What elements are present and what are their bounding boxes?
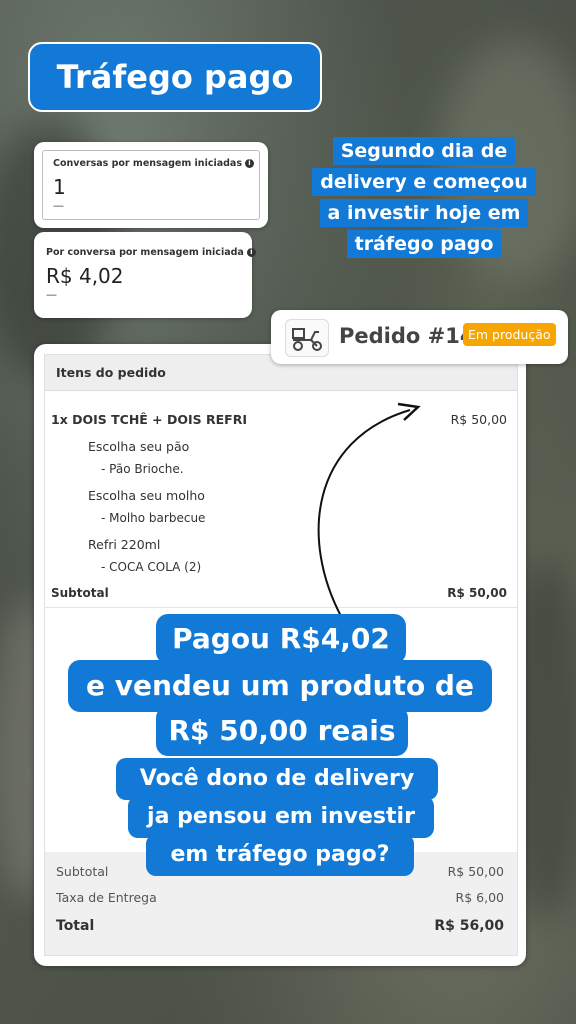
total-label: Total [56,918,95,934]
overlay-headline-line: e vendeu um produto de [68,660,492,712]
metric-card-conversations: Conversas por mensagem iniciadas i 1 — [34,142,268,228]
delivery-fee-label: Taxa de Entrega [56,890,157,905]
divider [45,607,517,608]
order-header-card: Pedido #14 Em produção [271,310,568,364]
option-choice: - Pão Brioche. [101,462,184,476]
callout-line: delivery e começou [312,168,536,196]
option-choice: - Molho barbecue [101,511,206,525]
option-group: Escolha seu pão [88,439,190,454]
item-name: 1x DOIS TCHÊ + DOIS REFRI [51,412,247,427]
callout-line: tráfego pago [346,230,502,258]
metric-card-cost-per-conversation: Por conversa por mensagem iniciada i R$ 4… [34,232,256,318]
item-price: R$ 50,00 [450,412,507,427]
callout-line: a investir hoje em [319,199,529,227]
subtotal-label: Subtotal [56,864,109,879]
callout-line: Segundo dia de [332,137,516,165]
metric-sub: — [46,288,57,301]
metric-label: Conversas por mensagem iniciadas i [53,158,254,169]
overlay-headline-line: R$ 50,00 reais [156,706,408,756]
option-group: Refri 220ml [88,537,161,552]
metric-label: Por conversa por mensagem iniciada i [46,247,256,258]
metric-box: Por conversa por mensagem iniciada i R$ 4… [42,240,256,310]
info-icon[interactable]: i [246,248,256,257]
status-badge: Em produção [463,323,556,346]
order-title: Pedido #14 [339,324,475,348]
metric-value: 1 [53,175,66,199]
total-value: R$ 56,00 [434,918,504,934]
overlay-question-line: em tráfego pago? [146,834,414,876]
metric-sub: — [53,199,64,212]
option-choice: - COCA COLA (2) [101,560,202,574]
option-group: Escolha seu molho [88,488,205,503]
overlay-headline-line: Pagou R$4,02 [156,614,406,664]
metric-value: R$ 4,02 [46,264,124,288]
delivery-fee-value: R$ 6,00 [455,890,504,905]
overlay-question-line: Você dono de delivery [116,758,438,800]
info-icon[interactable]: i [245,159,254,168]
callout-text: Segundo dia de delivery e começou a inve… [300,136,548,260]
subtotal-value: R$ 50,00 [447,864,504,879]
page-title: Tráfego pago [28,42,322,112]
delivery-motorcycle-icon [285,319,329,357]
metric-box: Conversas por mensagem iniciadas i 1 — [42,150,260,220]
item-subtotal-label: Subtotal [51,586,109,600]
overlay-question-line: ja pensou em investir [128,796,434,838]
item-subtotal-value: R$ 50,00 [447,586,507,600]
